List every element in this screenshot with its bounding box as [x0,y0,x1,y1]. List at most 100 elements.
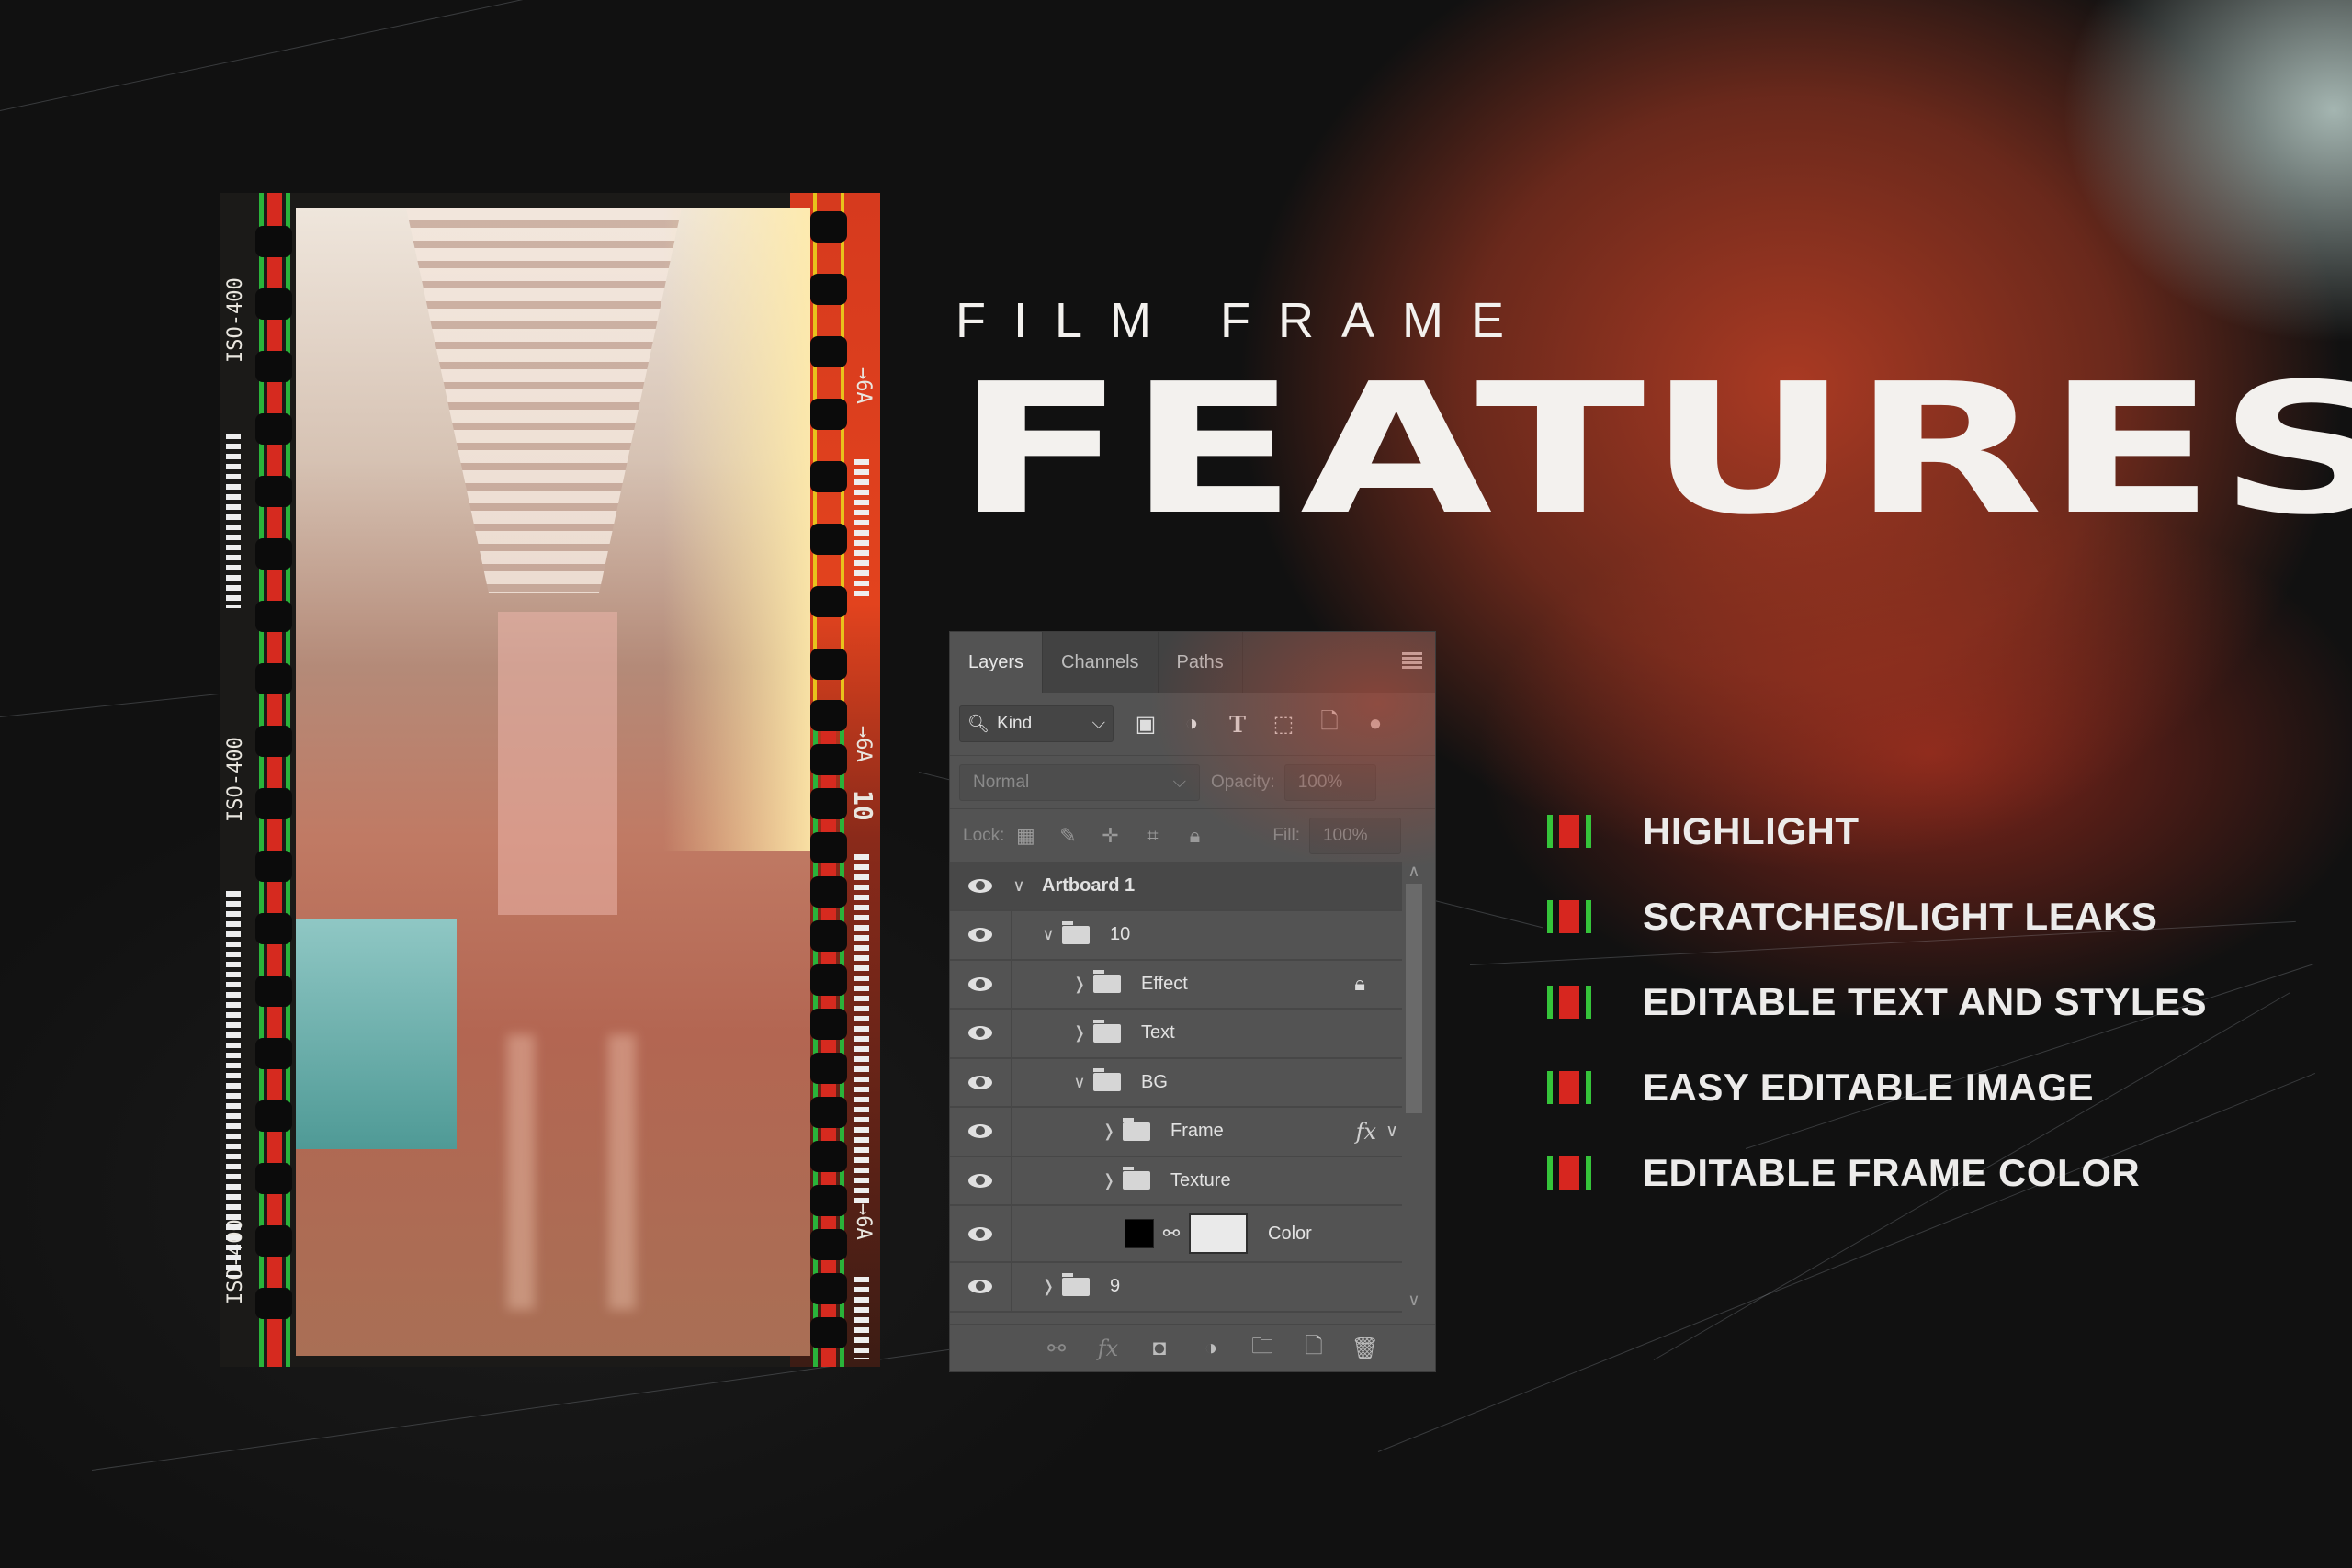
filter-toggle-switch[interactable]: ● [1352,711,1398,737]
layer-filter-row: 🔍︎ Kind ⌵ ▣ ◑ T ⬚ 🗋︎ ● [950,693,1435,756]
layer-name: BG [1141,1071,1168,1092]
layer-row-group[interactable]: ❭ Texture [950,1156,1402,1206]
layer-row-group[interactable]: ❭ 9 [950,1263,1402,1313]
tab-paths[interactable]: Paths [1159,632,1243,693]
new-layer-icon[interactable]: 🗋︎ [1288,1330,1340,1368]
search-icon: 🔍︎ [967,715,990,734]
layer-lock-icon: 🔒︎ [1354,972,1365,996]
chevron-right-icon[interactable]: ❭ [1101,1171,1117,1190]
layer-row-group[interactable]: ❭ Text [950,1010,1402,1059]
feature-item: EDITABLE TEXT AND STYLES [1547,959,2207,1044]
panel-tabs: Layers Channels Paths [950,632,1435,693]
folder-icon [1123,1117,1150,1141]
visibility-eye-icon[interactable] [950,960,1012,1008]
fill-input[interactable]: 100% [1308,817,1401,854]
film-bullet-icon [1547,814,1595,848]
layer-row-artboard[interactable]: ∨ Artboard 1 [950,862,1402,911]
feature-label: EDITABLE FRAME COLOR [1643,1150,2141,1194]
smart-object-filter-icon[interactable]: 🗋︎ [1306,705,1352,743]
scroll-thumb[interactable] [1406,884,1422,1113]
type-layer-filter-icon[interactable]: T [1215,711,1261,738]
visibility-eye-icon[interactable] [950,1108,1012,1156]
scroll-up-icon[interactable]: ∧ [1404,862,1424,881]
feature-list: HIGHLIGHT SCRATCHES/LIGHT LEAKS EDITABLE… [1547,788,2207,1215]
layer-name: 10 [1110,924,1131,945]
lock-image-pixels-brush-icon[interactable]: ✎ [1046,824,1089,848]
layer-row-group[interactable]: ∨ 10 [950,911,1402,961]
chevron-down-icon[interactable]: ∨ [1011,876,1027,896]
opacity-input[interactable]: 100% [1283,763,1376,801]
visibility-eye-icon[interactable] [950,1010,1012,1057]
film-label-iso: ISO-400 [224,737,247,822]
chevron-down-icon[interactable]: ∨ [1385,1121,1398,1142]
chevron-right-icon[interactable]: ❭ [1071,975,1088,994]
film-bullet-icon [1547,1070,1595,1104]
chevron-right-icon[interactable]: ❭ [1071,1023,1088,1043]
visibility-eye-icon[interactable] [950,1263,1012,1311]
link-chain-icon[interactable]: ⚯ [1154,1222,1189,1246]
panel-bottom-toolbar: ⚯ fx ◘ ◑ 🗀︎ 🗋︎ 🗑︎ [950,1324,1435,1371]
folder-icon [1123,1167,1150,1190]
film-bullet-icon [1547,985,1595,1019]
feature-label: SCRATCHES/LIGHT LEAKS [1643,894,2158,938]
layer-name: Texture [1170,1169,1231,1190]
film-label-frame: →6A [852,726,875,762]
blend-mode-select[interactable]: Normal ⌵ [959,763,1200,801]
visibility-eye-icon[interactable] [950,1058,1012,1106]
adjustment-layer-filter-icon[interactable]: ◑ [1169,711,1215,737]
chevron-down-icon[interactable]: ∨ [1071,1073,1088,1092]
edge-barcode [226,434,241,608]
edge-barcode [226,891,241,1277]
visibility-eye-icon[interactable] [950,911,1012,959]
folder-icon [1062,1272,1090,1296]
layer-row-fill[interactable]: ⚯ Color [950,1206,1402,1263]
chevron-right-icon[interactable]: ❭ [1040,1277,1057,1296]
layer-list-scrollbar[interactable]: ∧ ∨ [1404,862,1424,1310]
scroll-down-icon[interactable]: ∨ [1404,1291,1424,1310]
kind-filter-select[interactable]: 🔍︎ Kind ⌵ [959,705,1114,742]
feature-item: HIGHLIGHT [1547,788,2207,874]
edge-barcode [854,1277,869,1359]
edge-barcode [854,854,869,1203]
layer-row-group[interactable]: ❭ Frame fx ∨ [950,1108,1402,1157]
film-label-iso: ISO-400 [224,277,247,363]
tab-channels[interactable]: Channels [1043,632,1159,693]
chevron-down-icon: ⌵ [1172,772,1186,792]
layer-row-group[interactable]: ❭ Effect 🔒︎ [950,960,1402,1010]
feature-label: HIGHLIGHT [1643,808,1860,852]
new-adjustment-layer-icon[interactable]: ◑ [1185,1336,1237,1361]
chevron-right-icon[interactable]: ❭ [1101,1122,1117,1141]
lock-artboard-crop-icon[interactable]: ⌗ [1131,824,1173,848]
visibility-eye-icon[interactable] [950,1156,1012,1204]
tab-layers[interactable]: Layers [950,632,1044,693]
feature-label: EDITABLE TEXT AND STYLES [1643,979,2208,1023]
shape-layer-filter-icon[interactable]: ⬚ [1261,711,1306,738]
fill-label: Fill: [1272,825,1300,845]
chevron-down-icon[interactable]: ∨ [1040,925,1057,944]
layer-mask-thumbnail[interactable] [1189,1213,1248,1254]
film-label-frame-number: 10 [848,790,878,821]
layer-list: ∨ Artboard 1 ∨ 10 ❭ Effect 🔒︎ ❭ Text ∨ B… [950,862,1402,1315]
layer-name: Artboard 1 [1042,874,1136,896]
sprocket-holes-left [255,193,292,1367]
pixel-layer-filter-icon[interactable]: ▣ [1123,711,1169,738]
blend-row: Normal ⌵ Opacity: 100% [950,756,1435,809]
visibility-eye-icon[interactable] [950,862,1011,909]
add-layer-style-fx-icon[interactable]: fx [1082,1336,1134,1361]
panel-menu-icon[interactable] [1402,652,1422,671]
new-group-folder-icon[interactable]: 🗀︎ [1237,1330,1288,1368]
visibility-eye-icon[interactable] [950,1206,1012,1261]
layers-panel: Layers Channels Paths 🔍︎ Kind ⌵ ▣ ◑ T ⬚ … [950,632,1435,1371]
feature-label: EASY EDITABLE IMAGE [1643,1065,2095,1109]
lock-position-move-icon[interactable]: ✛ [1089,824,1131,848]
color-fill-thumbnail[interactable] [1125,1219,1154,1248]
delete-layer-trash-icon[interactable]: 🗑︎ [1340,1336,1391,1362]
lock-all-icon[interactable]: 🔒︎ [1173,824,1216,848]
add-mask-icon[interactable]: ◘ [1134,1336,1185,1361]
layer-row-group[interactable]: ∨ BG [950,1058,1402,1108]
layer-effects-fx-icon[interactable]: fx [1356,1119,1376,1145]
opacity-value: 100% [1297,772,1343,792]
lock-transparent-pixels-icon[interactable]: ▦ [1004,824,1046,848]
link-layers-icon[interactable]: ⚯ [1031,1336,1082,1362]
layer-name: 9 [1110,1276,1121,1297]
